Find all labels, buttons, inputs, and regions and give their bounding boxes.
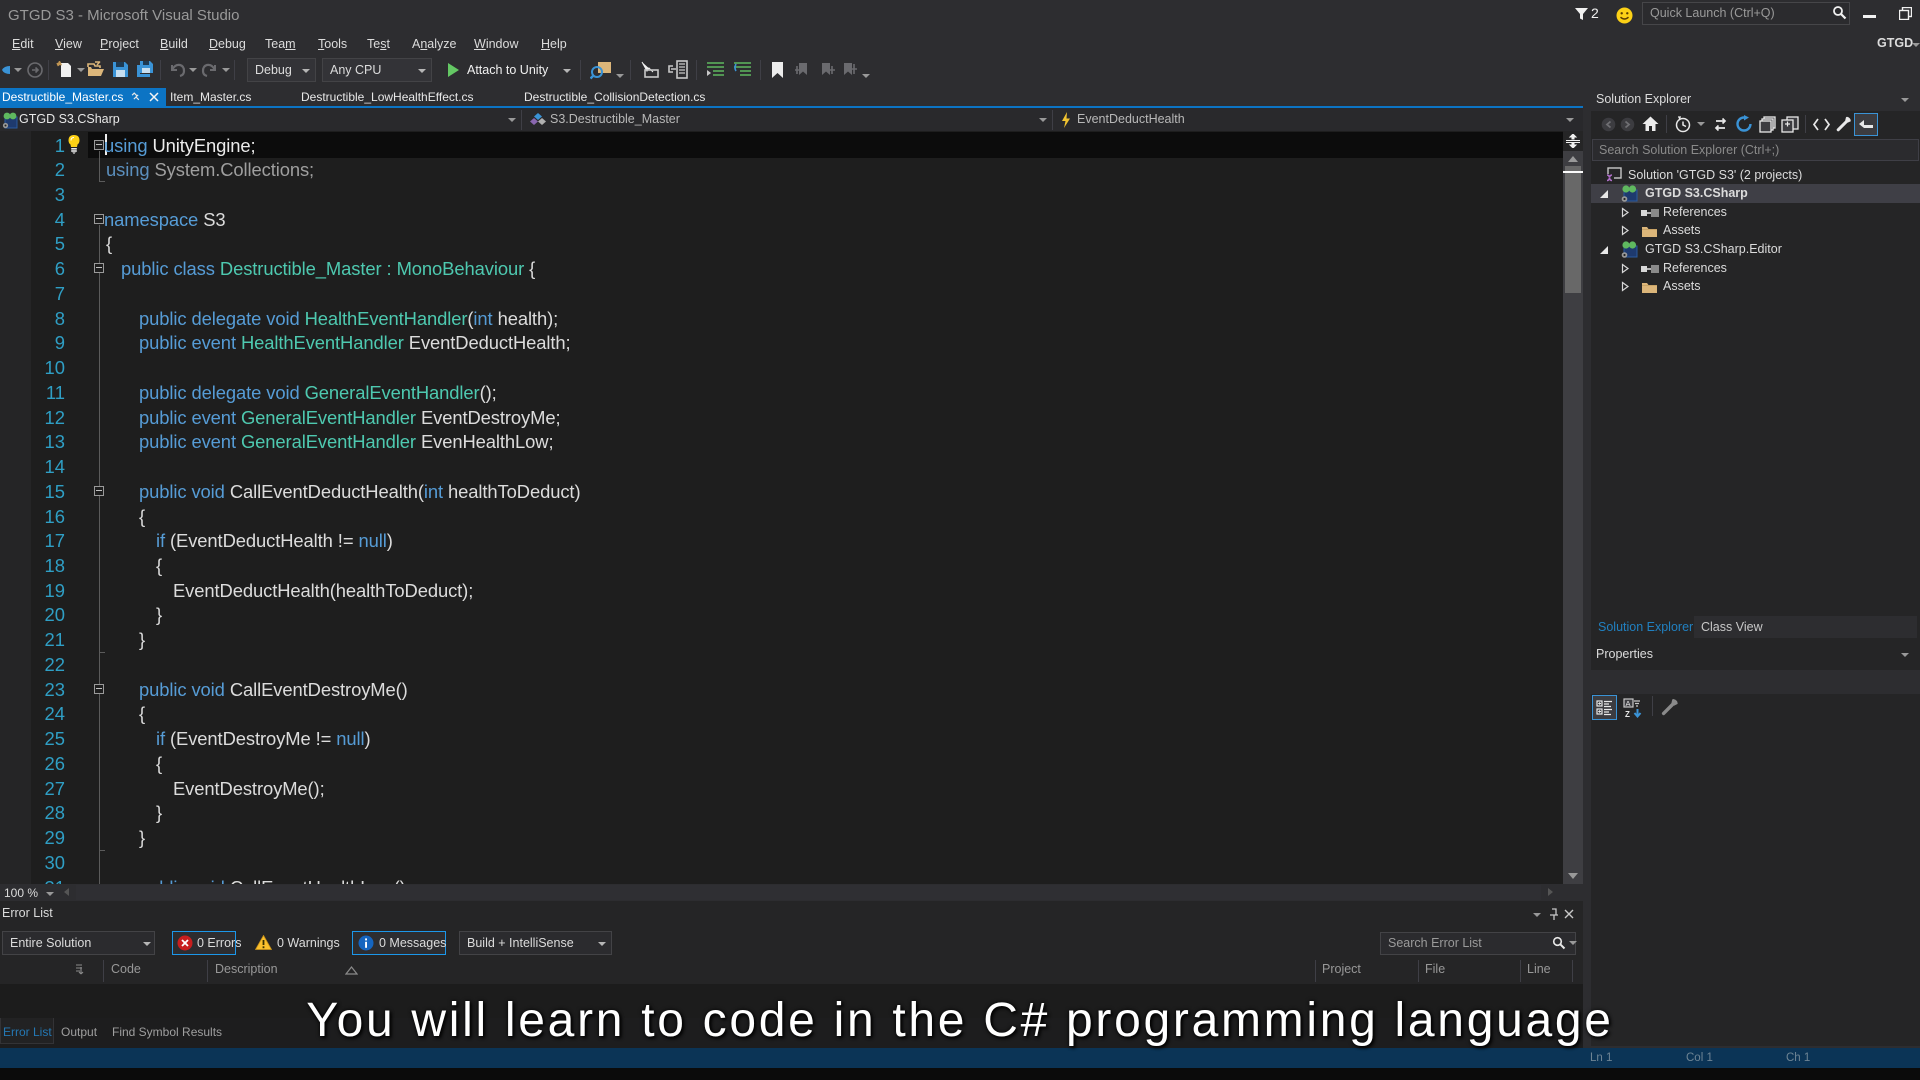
svg-text:Z: Z [1625, 710, 1630, 718]
svg-text:A: A [1626, 699, 1631, 708]
